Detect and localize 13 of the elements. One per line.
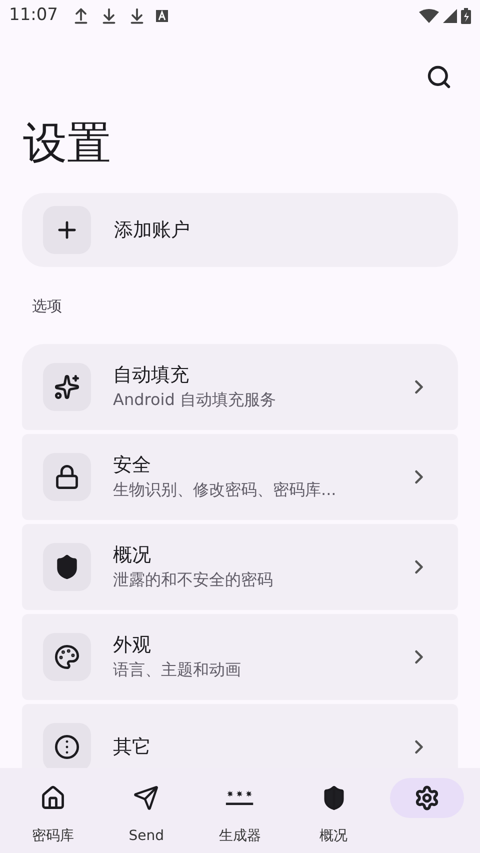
settings-item[interactable]: 安全 生物识别、修改密码、密码库... — [22, 434, 458, 520]
section-label: 选项 — [32, 296, 63, 317]
nav-tab[interactable]: Send — [103, 778, 190, 847]
nav-tab[interactable]: 密码库 — [10, 778, 96, 847]
status-time: 11:07 — [9, 4, 58, 28]
add-account-button[interactable]: 添加账户 — [22, 193, 458, 267]
nav-tab[interactable]: 生成器 — [196, 778, 283, 847]
page-title: 设置 — [22, 122, 112, 166]
settings-item[interactable]: 外观 语言、主题和动画 — [22, 614, 458, 700]
settings-item[interactable]: 自动填充 Android 自动填充服务 — [22, 344, 458, 430]
nav-tab[interactable]: 概况 — [290, 778, 377, 847]
settings-item[interactable]: 概况 泄露的和不安全的密码 — [22, 524, 458, 610]
settings-item[interactable]: 其它 — [22, 704, 458, 768]
